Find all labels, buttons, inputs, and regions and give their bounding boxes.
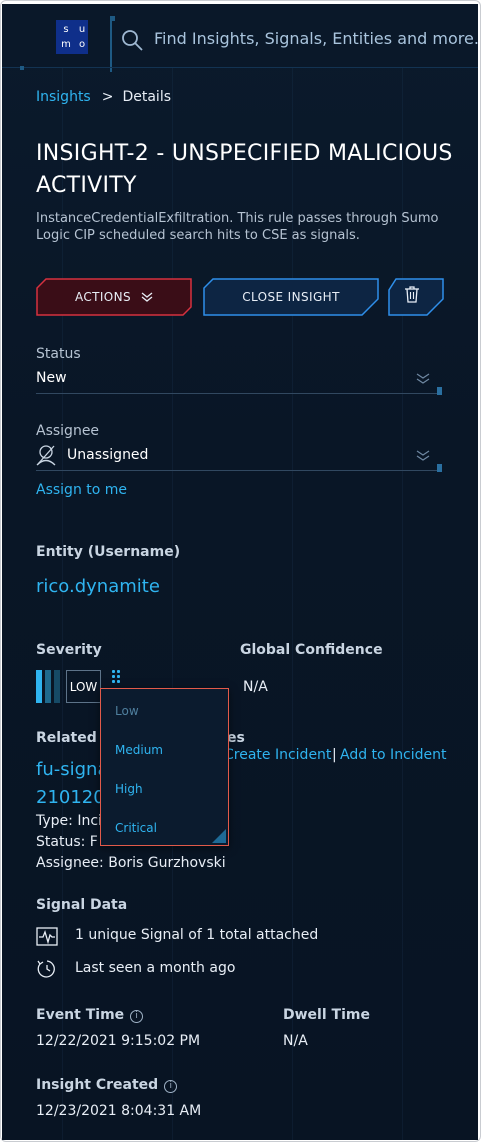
trash-icon bbox=[405, 286, 419, 303]
info-icon[interactable]: i bbox=[130, 1010, 144, 1023]
status-label: Status bbox=[36, 346, 81, 362]
type-value: Inci bbox=[77, 813, 102, 829]
dwell-time-value: N/A bbox=[283, 1033, 308, 1049]
page-title: INSIGHT-2 - UNSPECIFIED MALICIOUS ACTIVI… bbox=[36, 141, 453, 198]
search-input[interactable]: Find Insights, Signals, Entities and mor… bbox=[154, 26, 478, 52]
search-icon[interactable] bbox=[120, 28, 144, 52]
logo-letter: u bbox=[78, 23, 86, 35]
breadcrumb-separator: > bbox=[101, 89, 114, 105]
assignee-value: Boris Gurzhovski bbox=[108, 855, 226, 871]
insight-created-label-text: Insight Created bbox=[36, 1077, 159, 1093]
breadcrumb-insights-link[interactable]: Insights bbox=[36, 89, 91, 105]
create-incident-link[interactable]: Create Incident bbox=[224, 746, 331, 764]
event-time-label-text: Event Time bbox=[36, 1007, 125, 1023]
related-incidents-label-end: es bbox=[227, 730, 245, 746]
status-underline bbox=[36, 393, 442, 394]
related-incident-assignee: Assignee: Boris Gurzhovski bbox=[36, 854, 226, 872]
status-select[interactable]: New bbox=[36, 369, 67, 387]
chevron-down-icon[interactable] bbox=[416, 450, 430, 462]
breadcrumb-current: Details bbox=[122, 89, 172, 105]
status-key: Status: bbox=[36, 834, 86, 850]
delete-button[interactable] bbox=[388, 278, 444, 316]
severity-option-low[interactable]: Low bbox=[115, 703, 139, 719]
severity-option-critical[interactable]: Critical bbox=[115, 820, 157, 836]
last-seen-text: Last seen a month ago bbox=[75, 960, 236, 976]
insight-created-value: 12/23/2021 8:04:31 AM bbox=[36, 1103, 202, 1119]
entity-link[interactable]: rico.dynamite bbox=[36, 576, 160, 598]
type-key: Type: bbox=[36, 813, 73, 829]
signal-count-text: 1 unique Signal of 1 total attached bbox=[75, 927, 319, 943]
header-divider bbox=[110, 16, 112, 72]
logo-letter: m bbox=[61, 38, 71, 50]
entity-label: Entity (Username) bbox=[36, 544, 181, 560]
assignee-label: Assignee bbox=[36, 423, 100, 439]
severity-option-medium[interactable]: Medium bbox=[115, 742, 163, 758]
actions-button-label: ACTIONS bbox=[74, 290, 132, 304]
status-underline-marker bbox=[437, 387, 442, 395]
assignee-underline-marker bbox=[437, 464, 442, 472]
breadcrumb: Insights > Details bbox=[36, 88, 171, 106]
chevron-down-icon bbox=[141, 292, 153, 302]
related-incident-type: Type: Inci bbox=[36, 812, 102, 830]
global-confidence-label: Global Confidence bbox=[240, 642, 383, 658]
unassigned-user-icon bbox=[36, 445, 56, 466]
incident-link-separator: | bbox=[332, 747, 337, 763]
signal-pulse-icon bbox=[36, 927, 58, 946]
close-insight-button-label: CLOSE INSIGHT bbox=[242, 290, 340, 304]
global-confidence-value: N/A bbox=[243, 679, 268, 695]
dwell-time-label: Dwell Time bbox=[283, 1007, 370, 1023]
top-header: s u m o Find Insights, Signals, Entities… bbox=[2, 4, 478, 72]
severity-meter-segment bbox=[45, 670, 51, 703]
related-incident-status: Status: F bbox=[36, 833, 98, 851]
chevron-down-icon[interactable] bbox=[416, 373, 430, 385]
severity-dropdown-menu: Low Medium High Critical bbox=[100, 688, 229, 846]
event-time-label: Event Time i bbox=[36, 1006, 144, 1024]
dropdown-corner-accent bbox=[212, 829, 226, 843]
app-panel: s u m o Find Insights, Signals, Entities… bbox=[2, 4, 478, 1140]
related-incident-link-continued[interactable]: 210120 bbox=[36, 785, 105, 811]
assignee-select[interactable]: Unassigned bbox=[67, 446, 148, 464]
insight-created-label: Insight Created i bbox=[36, 1076, 178, 1094]
close-insight-button[interactable]: CLOSE INSIGHT bbox=[203, 278, 379, 316]
related-incident-link[interactable]: fu-signa bbox=[36, 757, 108, 783]
related-incidents-label-start: Related I bbox=[36, 730, 107, 746]
severity-meter-segment bbox=[36, 670, 42, 703]
header-underline-marker bbox=[20, 66, 24, 70]
event-time-value: 12/22/2021 9:15:02 PM bbox=[36, 1033, 201, 1049]
sumo-logo[interactable]: s u m o bbox=[56, 20, 88, 54]
severity-badge: LOW bbox=[66, 670, 101, 703]
header-underline bbox=[2, 67, 478, 68]
assignee-underline bbox=[36, 470, 442, 471]
severity-meter-segment bbox=[54, 670, 60, 703]
logo-letter: o bbox=[78, 38, 86, 50]
history-clock-icon bbox=[37, 960, 55, 978]
assignee-key: Assignee: bbox=[36, 855, 104, 871]
insight-description: InstanceCredentialExfiltration. This rul… bbox=[36, 211, 439, 243]
status-value: F bbox=[89, 834, 98, 850]
severity-label: Severity bbox=[36, 642, 102, 658]
info-icon[interactable]: i bbox=[164, 1080, 178, 1093]
assign-to-me-link[interactable]: Assign to me bbox=[36, 481, 127, 499]
add-to-incident-link[interactable]: Add to Incident bbox=[340, 746, 447, 764]
severity-dropdown-toggle-icon[interactable] bbox=[112, 670, 122, 688]
header-divider-cap bbox=[110, 16, 115, 21]
actions-button[interactable]: ACTIONS bbox=[36, 278, 192, 316]
severity-option-high[interactable]: High bbox=[115, 781, 143, 797]
signal-data-label: Signal Data bbox=[36, 897, 128, 913]
logo-letter: s bbox=[63, 23, 69, 35]
